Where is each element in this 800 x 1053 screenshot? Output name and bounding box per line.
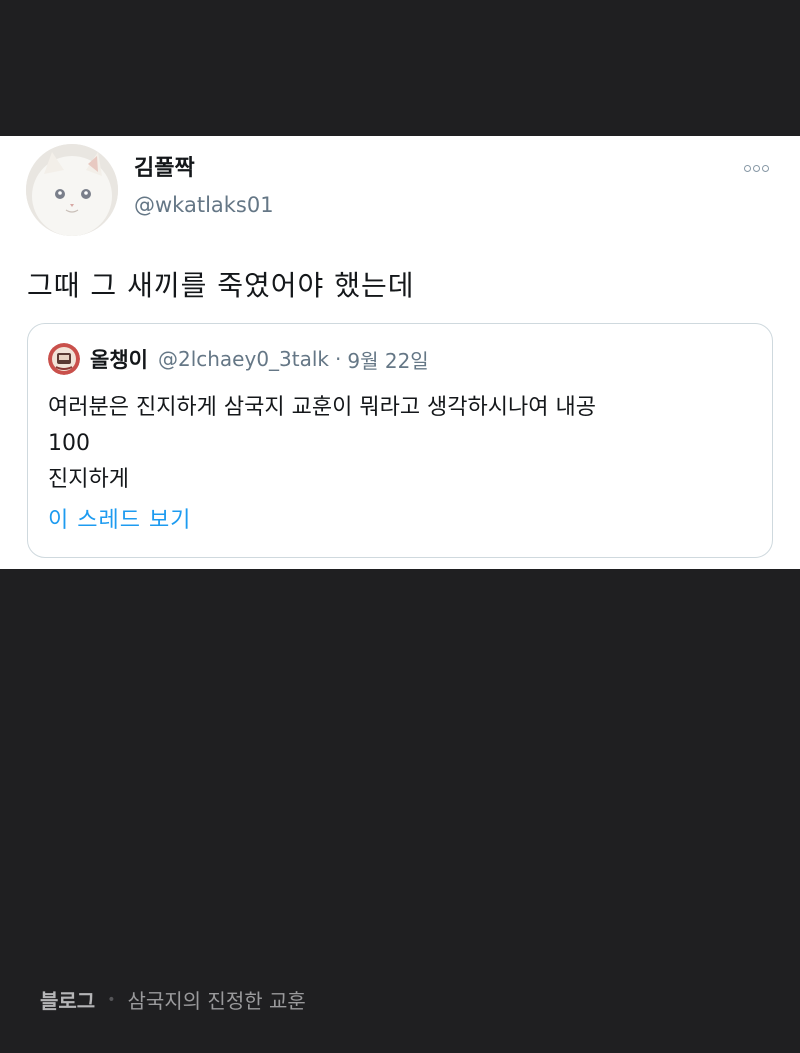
- more-options-icon[interactable]: [736, 158, 776, 178]
- display-name[interactable]: 김폴짝: [134, 150, 195, 182]
- footer-separator: •: [107, 991, 116, 1008]
- quote-line: 진지하게: [48, 467, 129, 492]
- more-dot: [761, 164, 769, 172]
- tweet-card: 김폴짝 @wkatlaks01 그때 그 새끼를 죽였어야 했는데 올챙이 @2…: [0, 136, 800, 569]
- quote-date[interactable]: 9월 22일: [347, 345, 428, 374]
- avatar[interactable]: [26, 144, 118, 236]
- quote-line: 여러분은 진지하게 삼국지 교훈이 뭐라고 생각하시나여 내공: [48, 395, 596, 420]
- quote-text: 여러분은 진지하게 삼국지 교훈이 뭐라고 생각하시나여 내공 100 진지하게: [48, 390, 748, 498]
- quote-separator: ·: [335, 347, 342, 371]
- quote-handle[interactable]: @2lchaey0_3talk: [158, 347, 329, 371]
- cat-avatar-icon: [26, 144, 118, 236]
- quote-avatar[interactable]: [48, 343, 80, 375]
- quote-line: 100: [48, 431, 90, 456]
- more-dot: [752, 164, 760, 172]
- quoted-tweet[interactable]: 올챙이 @2lchaey0_3talk · 9월 22일 여러분은 진지하게 삼…: [27, 323, 773, 558]
- tweet-text: 그때 그 새끼를 죽였어야 했는데: [27, 269, 415, 302]
- quote-display-name[interactable]: 올챙이: [90, 344, 148, 374]
- show-thread-link[interactable]: 이 스레드 보기: [48, 502, 191, 534]
- more-dot: [743, 164, 751, 172]
- post-title[interactable]: 삼국지의 진정한 교훈: [127, 985, 305, 1014]
- tadpole-avatar-icon: [48, 343, 80, 375]
- quote-header: 올챙이 @2lchaey0_3talk · 9월 22일: [48, 342, 429, 376]
- user-handle[interactable]: @wkatlaks01: [134, 193, 274, 217]
- blog-footer: 블로그 • 삼국지의 진정한 교훈: [40, 985, 306, 1014]
- blog-label[interactable]: 블로그: [40, 985, 95, 1014]
